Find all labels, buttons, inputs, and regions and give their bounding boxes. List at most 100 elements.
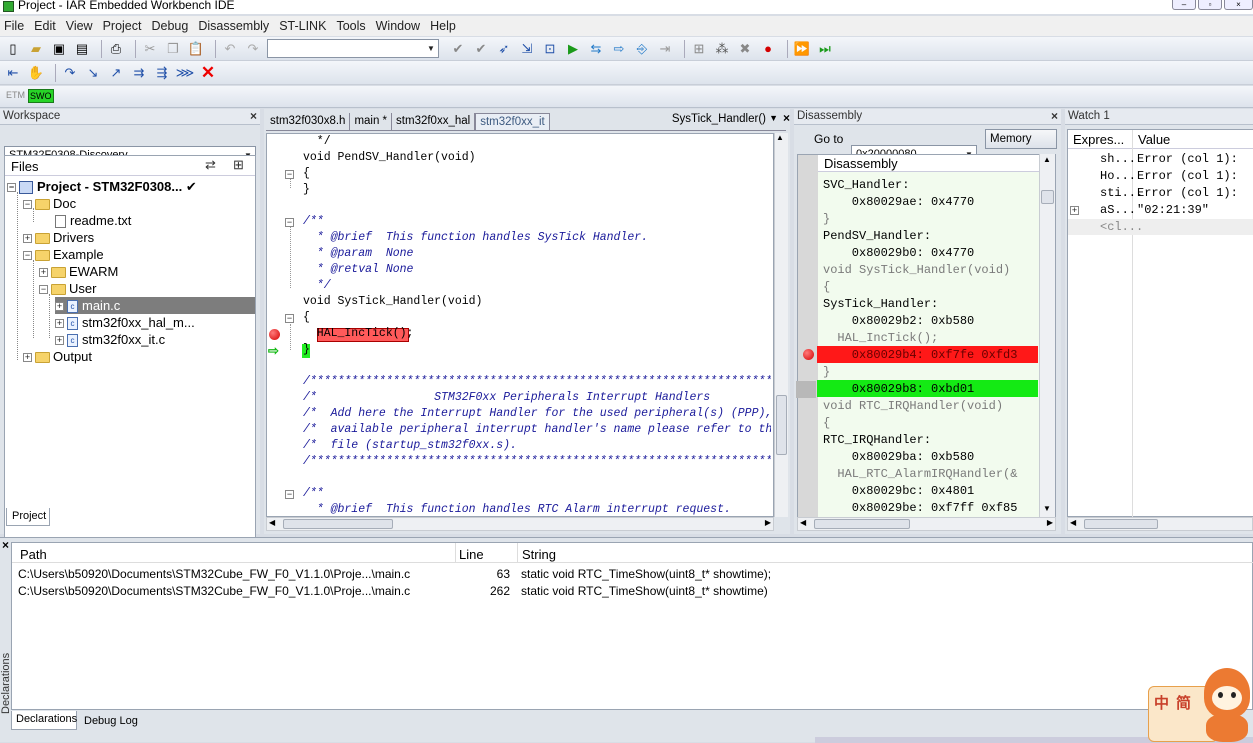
ime-mode-label[interactable]: 中 <box>1154 692 1169 713</box>
tab-stm32f0xx-it[interactable]: stm32f0xx_it <box>475 113 550 130</box>
close-icon[interactable]: × <box>1051 109 1058 124</box>
compile-icon[interactable]: ⎆ <box>633 40 651 58</box>
declaration-path[interactable]: C:\Users\b50920\Documents\STM32Cube_FW_F… <box>18 566 410 583</box>
tab-declarations[interactable]: Declarations <box>11 711 77 730</box>
chevron-down-icon[interactable]: ▼ <box>769 113 778 123</box>
step-out-icon[interactable]: ↗ <box>107 64 125 82</box>
paste-icon[interactable]: 📋 <box>187 40 205 58</box>
tab-project[interactable]: Project <box>6 508 50 526</box>
maximize-button[interactable]: ▫ <box>1198 0 1222 10</box>
function-combo[interactable]: SysTick_Handler() <box>672 113 766 125</box>
close-window-button[interactable]: × <box>1224 0 1253 10</box>
reset-icon[interactable]: ⇤ <box>4 64 22 82</box>
breakpoint-icon[interactable]: ● <box>759 40 777 58</box>
open-folder-icon[interactable]: ▰ <box>27 40 45 58</box>
print-icon[interactable]: ⎙ <box>107 40 125 58</box>
tree-item-example[interactable]: − Example <box>23 246 104 263</box>
fold-toggle[interactable]: − <box>285 314 294 323</box>
column-options-icon[interactable]: ⇄ <box>205 157 216 173</box>
goto-line-icon[interactable]: ⇲ <box>518 40 536 58</box>
tab-stm32f0xx-hal[interactable]: stm32f0xx_hal <box>392 113 476 130</box>
menu-disassembly[interactable]: Disassembly <box>198 19 277 33</box>
tree-item-project[interactable]: − Project - STM32F0308... ✔ <box>7 178 197 195</box>
break-icon[interactable]: ✋ <box>27 64 45 82</box>
next-statement-icon[interactable]: ⇉ <box>130 64 148 82</box>
menu-edit[interactable]: Edit <box>34 19 64 33</box>
tree-item-user[interactable]: − User <box>39 280 96 297</box>
watch-expr[interactable]: Ho... <box>1100 168 1136 185</box>
bookmark-icon[interactable]: ⊡ <box>541 40 559 58</box>
stop-build-icon[interactable]: ⊞ <box>690 40 708 58</box>
etm-button[interactable]: ETM <box>6 90 25 100</box>
toggle-breakpoint-icon[interactable]: ⁂ <box>713 40 731 58</box>
download-debug-icon[interactable]: ⏩ <box>793 40 811 58</box>
watch-hscrollbar[interactable]: ◀ <box>1067 517 1253 531</box>
watch-new-expr[interactable]: <cl... <box>1100 219 1143 236</box>
remove-breakpoints-icon[interactable]: ✖ <box>736 40 754 58</box>
tree-item-readme[interactable]: readme.txt <box>55 212 131 229</box>
disassembly-hscrollbar[interactable]: ◀ ▶ <box>797 517 1056 531</box>
prev-bookmark-icon[interactable]: ⇆ <box>587 40 605 58</box>
next-bookmark-icon[interactable]: ▶ <box>564 40 582 58</box>
close-icon[interactable]: × <box>2 538 9 552</box>
expand-toggle[interactable]: + <box>1070 206 1079 215</box>
ime-script-label[interactable]: 简 <box>1176 692 1191 713</box>
copy-icon[interactable]: ❐ <box>164 40 182 58</box>
find-combo[interactable]: ▼ <box>267 39 439 58</box>
cut-icon[interactable]: ✂ <box>141 40 159 58</box>
debug-no-download-icon[interactable]: ⏭ <box>816 40 834 58</box>
redo-icon[interactable]: ↷ <box>244 40 262 58</box>
watch-expr[interactable]: sh... <box>1100 151 1136 168</box>
close-icon[interactable]: × <box>783 111 790 125</box>
tree-item-output[interactable]: + Output <box>23 348 92 365</box>
fold-toggle[interactable]: − <box>285 218 294 227</box>
stop-debugging-icon[interactable]: ✕ <box>199 64 217 82</box>
watch-expr[interactable]: aS... <box>1100 202 1136 219</box>
save-all-icon[interactable]: ▤ <box>73 40 91 58</box>
disassembly-vscrollbar[interactable]: ▲ ▼ <box>1039 154 1055 518</box>
make-icon[interactable]: ⇥ <box>656 40 674 58</box>
tab-stm32f030x8-h[interactable]: stm32f030x8.h <box>266 113 351 130</box>
ime-widget[interactable]: 中 简 <box>1146 668 1253 742</box>
tree-item-doc[interactable]: − Doc <box>23 195 76 212</box>
menu-st-link[interactable]: ST-LINK <box>279 19 334 33</box>
tree-item-ewarm[interactable]: + EWARM <box>39 263 118 280</box>
go-icon[interactable]: ⋙ <box>176 64 195 82</box>
step-into-icon[interactable]: ↘ <box>84 64 102 82</box>
tree-item-hal-msp[interactable]: + c stm32f0xx_hal_m... <box>55 314 195 331</box>
menu-tools[interactable]: Tools <box>336 19 373 33</box>
scroll-up-icon[interactable]: ▲ <box>776 133 784 142</box>
find-next-icon[interactable]: ✔ <box>449 40 467 58</box>
fold-toggle[interactable]: − <box>285 490 294 499</box>
minimize-button[interactable]: – <box>1172 0 1196 10</box>
scroll-thumb[interactable] <box>776 395 787 455</box>
find-in-files-icon[interactable]: ➶ <box>495 40 513 58</box>
menu-project[interactable]: Project <box>103 19 150 33</box>
step-over-icon[interactable]: ↷ <box>61 64 79 82</box>
editor-hscrollbar[interactable]: ◀ ▶ <box>266 517 774 531</box>
new-file-icon[interactable]: ▯ <box>4 40 22 58</box>
menu-view[interactable]: View <box>66 19 101 33</box>
fold-toggle[interactable]: − <box>285 170 294 179</box>
menu-file[interactable]: File <box>4 19 32 33</box>
memory-button[interactable]: Memory <box>985 129 1057 149</box>
tree-item-it-c[interactable]: + c stm32f0xx_it.c <box>55 331 165 348</box>
save-icon[interactable]: ▣ <box>50 40 68 58</box>
undo-icon[interactable]: ↶ <box>221 40 239 58</box>
breakpoint-marker[interactable] <box>803 349 814 360</box>
tab-main[interactable]: main * <box>350 113 393 130</box>
column-config-icon[interactable]: ⊞ <box>233 157 244 173</box>
menu-debug[interactable]: Debug <box>151 19 196 33</box>
navigate-forward-icon[interactable]: ⇨ <box>610 40 628 58</box>
tree-item-main-c[interactable]: + c main.c <box>55 297 255 314</box>
menu-help[interactable]: Help <box>430 19 464 33</box>
run-to-cursor-icon[interactable]: ⇶ <box>153 64 171 82</box>
breakpoint-marker[interactable] <box>269 329 280 340</box>
close-icon[interactable]: × <box>250 109 257 124</box>
tab-debug-log[interactable]: Debug Log <box>80 713 138 730</box>
editor-vscrollbar[interactable]: ▲ <box>774 133 788 517</box>
menu-window[interactable]: Window <box>376 19 428 33</box>
declaration-path[interactable]: C:\Users\b50920\Documents\STM32Cube_FW_F… <box>18 583 410 600</box>
tree-item-drivers[interactable]: + Drivers <box>23 229 94 246</box>
find-prev-icon[interactable]: ✔ <box>472 40 490 58</box>
